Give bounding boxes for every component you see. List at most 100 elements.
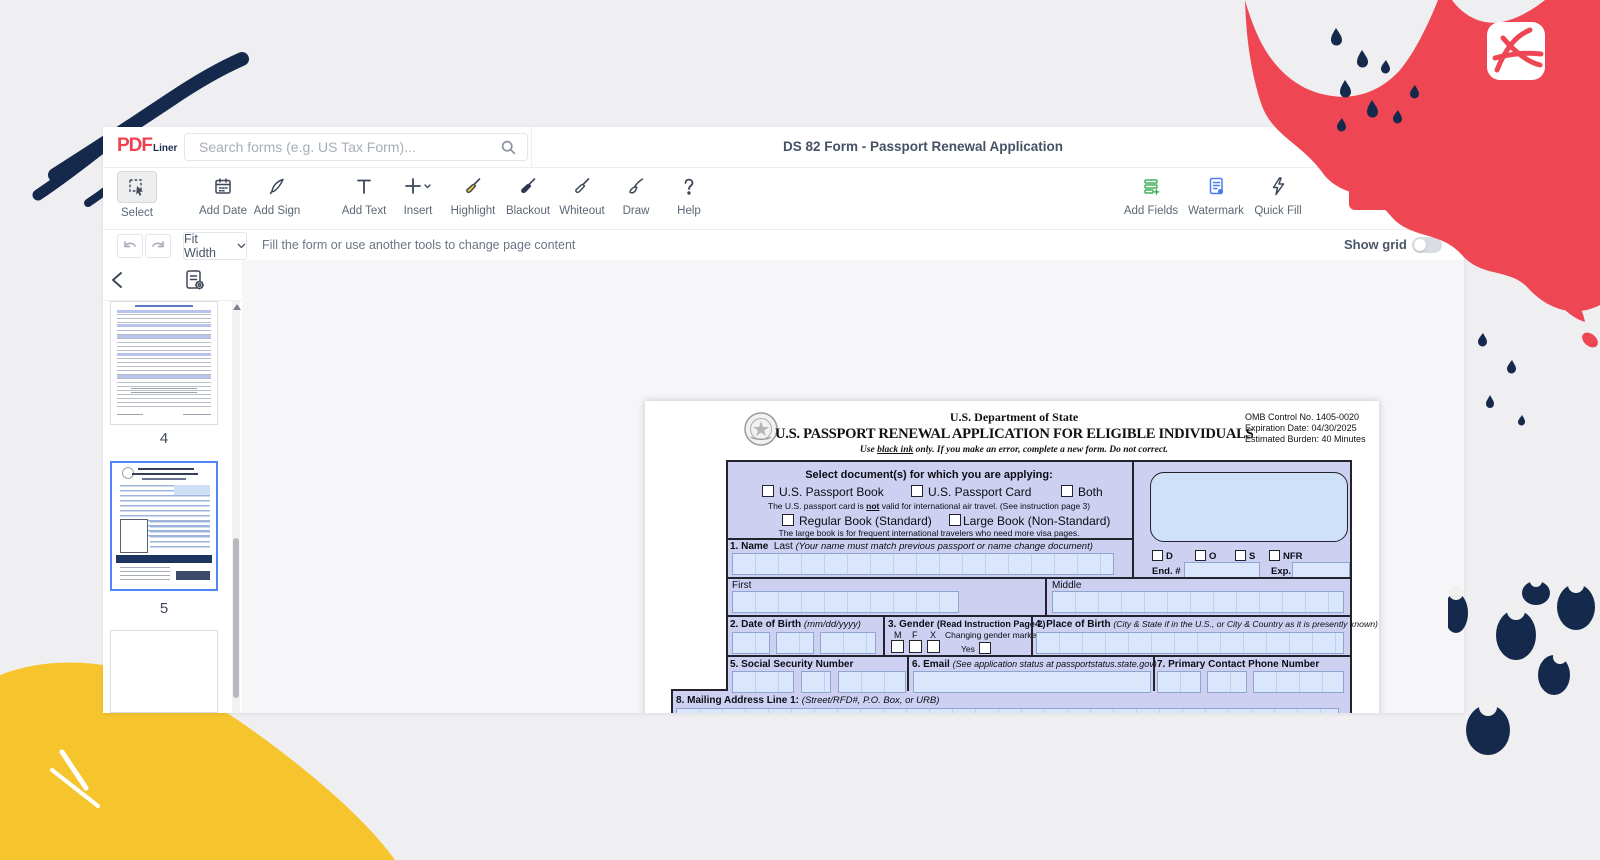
option-passport-book: U.S. Passport Book	[779, 485, 884, 499]
address-line1-field[interactable]	[676, 708, 1339, 713]
screen: PDF Liner DS 82 Form - Passport Renewal …	[0, 0, 1600, 860]
label-s: S	[1249, 551, 1255, 562]
dob-year-field[interactable]	[820, 632, 876, 654]
chevron-down-icon	[237, 243, 246, 249]
s1-mid-line	[726, 577, 1352, 579]
gender-x-checkbox[interactable]	[927, 640, 940, 653]
s3-label: 3. Gender (Read Instruction Page 2)	[888, 619, 1045, 630]
select-button[interactable]: Select	[109, 171, 165, 219]
add-text-button[interactable]: Add Text	[336, 171, 392, 217]
pages-sidebar: 4 5	[103, 260, 243, 713]
add-fields-button[interactable]: Add Fields	[1123, 171, 1179, 217]
option-large-book: Large Book (Non-Standard)	[963, 514, 1110, 528]
option-regular-book: Regular Book (Standard)	[799, 514, 932, 528]
gender-yes-label: Yes	[961, 644, 975, 654]
add-date-button[interactable]: Add Date	[195, 171, 251, 217]
s6-label: 6. Email (See application status at pass…	[912, 659, 1157, 670]
pdfliner-logo[interactable]: PDF Liner	[117, 135, 177, 157]
sidebar-header	[103, 260, 242, 301]
s1-first-label: First	[732, 580, 751, 591]
highlight-button[interactable]: Highlight	[445, 171, 501, 217]
checkbox-passport-book[interactable]	[762, 485, 774, 497]
form-header-center: U.S. Department of State U.S. PASSPORT R…	[775, 410, 1253, 455]
checkbox-regular-book[interactable]	[782, 514, 794, 526]
whiteout-button[interactable]: Whiteout	[554, 171, 610, 217]
document-title: DS 82 Form - Passport Renewal Applicatio…	[533, 127, 1313, 167]
s3-x-label: X	[930, 630, 936, 640]
ssn-field-3[interactable]	[838, 671, 906, 693]
highlight-brush-icon	[462, 175, 484, 197]
redo-button[interactable]	[145, 234, 171, 258]
option-both: Both	[1078, 485, 1103, 499]
search-input[interactable]	[184, 133, 528, 161]
form-jut-top-border	[671, 689, 728, 691]
s3-m-label: M	[894, 630, 902, 640]
back-chevron-icon[interactable]	[111, 271, 123, 289]
draw-brush-icon	[625, 175, 647, 197]
scroll-up-arrow[interactable]	[233, 304, 241, 310]
thumbnail-page-6[interactable]	[110, 630, 218, 713]
blackout-button[interactable]: Blackout	[500, 171, 556, 217]
page-label-5: 5	[103, 600, 225, 617]
form-dept: U.S. Department of State	[775, 410, 1253, 425]
phone-field-3[interactable]	[1253, 671, 1344, 693]
place-of-birth-field[interactable]	[1036, 632, 1344, 654]
label-nfr: NFR	[1283, 551, 1303, 562]
name-middle-field[interactable]	[1052, 591, 1344, 613]
checkbox-passport-card[interactable]	[911, 485, 923, 497]
undo-button[interactable]	[117, 234, 143, 258]
sidebar-scrollbar-thumb[interactable]	[233, 538, 239, 698]
header-divider	[531, 127, 532, 167]
logo-pdf-text: PDF	[117, 135, 152, 157]
s5-top-line	[726, 655, 1352, 657]
s6-s7-divider	[1153, 655, 1155, 691]
add-fields-icon	[1140, 175, 1162, 197]
first-middle-divider	[1045, 577, 1047, 615]
checkbox-both[interactable]	[1061, 485, 1073, 497]
email-field[interactable]	[913, 671, 1151, 693]
phone-field-1[interactable]	[1157, 671, 1201, 693]
s2-top-line	[726, 615, 1352, 617]
thumbnail-page-4[interactable]	[110, 301, 218, 425]
insert-button[interactable]: Insert	[390, 171, 446, 217]
undo-icon	[122, 239, 138, 253]
form-title: U.S. PASSPORT RENEWAL APPLICATION FOR EL…	[775, 426, 1253, 443]
add-sign-button[interactable]: Add Sign	[249, 171, 305, 217]
endorsement-box[interactable]	[1150, 472, 1348, 542]
thumbnail-page-5[interactable]	[110, 461, 218, 591]
help-button[interactable]: Help	[661, 171, 717, 217]
page-label-4: 4	[103, 430, 225, 447]
draw-button[interactable]: Draw	[608, 171, 664, 217]
dob-day-field[interactable]	[776, 632, 814, 654]
s2-s3-divider	[883, 615, 885, 655]
s1-middle-label: Middle	[1052, 580, 1081, 591]
checkbox-nfr[interactable]	[1269, 550, 1280, 561]
gender-m-checkbox[interactable]	[891, 640, 904, 653]
label-exp: Exp.	[1271, 566, 1291, 577]
gender-yes-checkbox[interactable]	[979, 642, 991, 654]
select-icon	[126, 176, 148, 198]
endorsement-divider	[1132, 460, 1134, 577]
s3-f-label: F	[912, 630, 918, 640]
s1-top-line	[726, 538, 1132, 540]
s7-label: 7. Primary Contact Phone Number	[1157, 659, 1319, 670]
redo-icon	[150, 239, 166, 253]
name-last-field[interactable]	[732, 553, 1114, 575]
checkbox-o[interactable]	[1195, 550, 1206, 561]
dob-month-field[interactable]	[732, 632, 770, 654]
checkbox-d[interactable]	[1152, 550, 1163, 561]
ssn-field-2[interactable]	[801, 671, 831, 693]
page-settings-icon[interactable]	[183, 268, 207, 292]
ssn-field-1[interactable]	[732, 671, 794, 693]
name-first-field[interactable]	[732, 591, 959, 613]
spots-decoration	[1448, 545, 1600, 760]
s8-label: 8. Mailing Address Line 1: (Street/RFD#,…	[676, 695, 939, 706]
plus-icon	[403, 175, 433, 197]
zoom-mode-select[interactable]: Fit Width	[183, 232, 247, 260]
checkbox-large-book[interactable]	[949, 514, 961, 526]
checkbox-s[interactable]	[1235, 550, 1246, 561]
zoom-mode-value: Fit Width	[184, 232, 232, 260]
gender-f-checkbox[interactable]	[909, 640, 922, 653]
text-icon	[353, 175, 375, 197]
phone-field-2[interactable]	[1207, 671, 1247, 693]
